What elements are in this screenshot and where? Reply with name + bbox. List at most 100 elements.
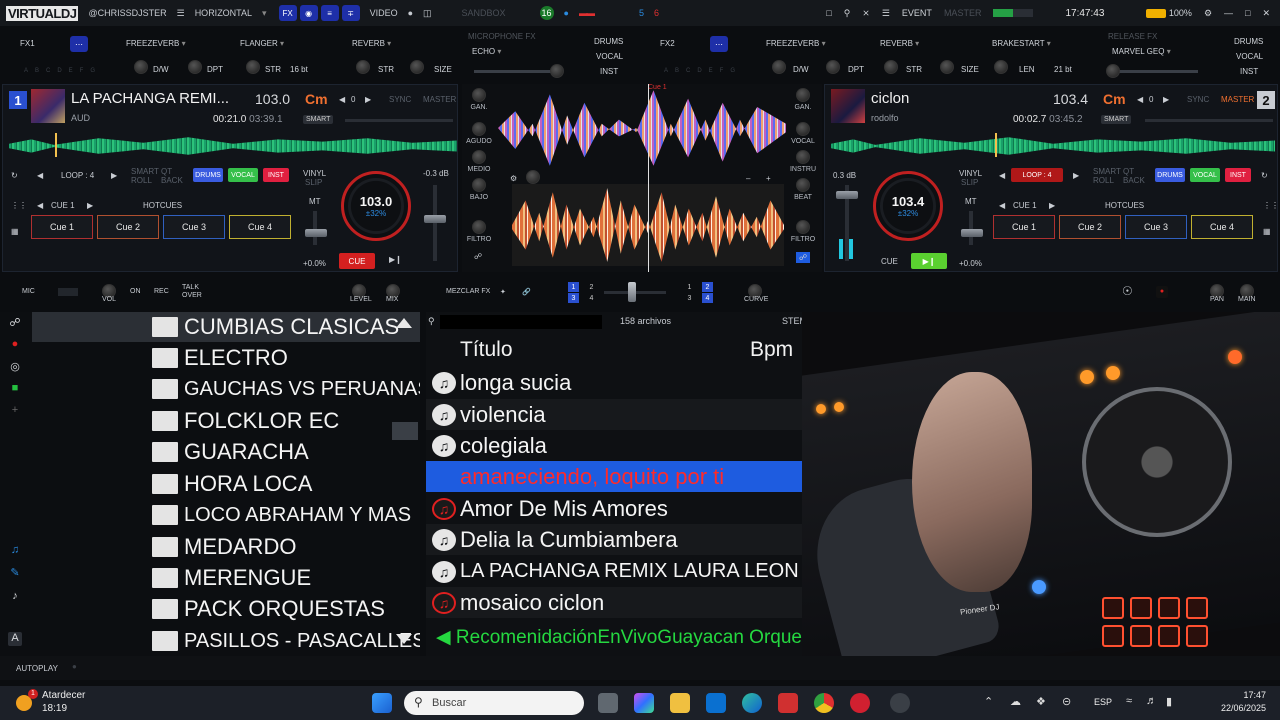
microphone-icon[interactable]: ♪ [8,590,22,604]
rec-button[interactable]: REC [154,288,169,295]
chrome-icon[interactable] [814,693,834,713]
stem-drums-button[interactable]: DRUMS [1155,168,1185,182]
pads-icon[interactable]: ▦ [11,227,19,236]
taskbar-search[interactable]: ⚲ Buscar [404,691,584,715]
track-row[interactable]: ♫ mosaico ciclon [426,587,802,618]
cue-select[interactable]: CUE 1 [1013,201,1037,210]
sliders-icon[interactable]: ∓ [341,5,360,21]
track-row-selected[interactable]: amaneciendo, loquito por ti [426,461,802,492]
cloud-icon[interactable]: ☁ [1010,695,1021,708]
column-title[interactable]: Título [460,338,513,362]
release-fx-slider-knob[interactable] [1106,64,1120,78]
mt-button[interactable]: MT [965,197,977,206]
app-icon[interactable] [778,693,798,713]
hotcue-3-button[interactable]: Cue 3 [1125,215,1187,239]
stem-vocal-left[interactable]: VOCAL [596,52,623,61]
qt-back[interactable]: QT BACK [161,167,183,185]
eq-left-high-knob[interactable] [472,122,486,136]
jog-wheel[interactable]: 103.0 ±32% [341,171,411,241]
fx2-slot3[interactable]: BRAKESTART [992,39,1051,48]
release-fx-slider[interactable] [1112,70,1198,73]
smart-roll[interactable]: SMART ROLL [131,167,159,185]
pitch-step-right[interactable]: ▶ [1163,95,1169,104]
mix-fx-icon[interactable]: ✦ [500,288,506,296]
stem-inst-button[interactable]: INST [1225,168,1251,182]
fx2-unit[interactable]: FX2 [660,39,675,48]
headphone-right-icon[interactable]: ☍ [796,252,811,263]
stem-inst-right[interactable]: INST [1240,67,1258,76]
column-bpm[interactable]: Bpm [750,338,793,362]
fx1-unit[interactable]: FX1 [20,39,35,48]
stem-vocal-right[interactable]: VOCAL [1236,52,1263,61]
pitch-step-left[interactable]: ◀ [1137,95,1143,104]
cue-select-left[interactable]: ◀ [999,201,1005,210]
folder-item[interactable]: GUARACHA [152,437,309,467]
smart-button[interactable]: SMART [1101,115,1132,124]
talkover-button[interactable]: TALK OVER [182,284,206,300]
text-icon[interactable]: A [8,632,22,646]
deck-select-r4[interactable]: 4 [702,293,713,303]
maximize-icon[interactable]: □ [1245,8,1250,18]
qt-back[interactable]: QT BACK [1123,167,1145,185]
scroll-down-icon[interactable] [396,634,412,644]
hotcue-4-button[interactable]: Cue 4 [1191,215,1253,239]
stem-inst-left[interactable]: INST [600,67,618,76]
video-button[interactable]: VIDEO [370,8,398,18]
fx1-knob-size[interactable] [410,60,424,74]
folder-item[interactable]: MERENGUE [152,563,311,593]
grid-icon[interactable]: ⋮⋮ [1263,201,1279,210]
folder-item[interactable]: CUMBIAS CLASICAS [152,312,399,342]
eq-left-gain-knob[interactable] [472,88,486,102]
sandbox-button[interactable]: SANDBOX [462,8,506,18]
outlook-icon[interactable] [706,693,726,713]
add-icon[interactable]: + [8,404,22,418]
stem-inst-button[interactable]: INST [263,168,289,182]
fx1-beats[interactable]: 16 bt [290,65,308,74]
fx2-slot1[interactable]: FREEZEVERB [766,39,826,48]
loop-size[interactable]: LOOP : 4 [61,171,94,180]
deck-number[interactable]: 2 [1257,91,1275,109]
track-row[interactable]: ♫ colegiala [426,430,802,461]
event-button[interactable]: EVENT [902,8,932,18]
copilot-icon[interactable] [634,693,654,713]
folder-item[interactable]: PACK ORQUESTAS [152,594,385,624]
key-display[interactable]: Cm [1103,91,1126,107]
fx1-dots-icon[interactable]: ⋯ [70,36,88,52]
fx-button[interactable]: FX [278,5,297,21]
folder-item[interactable]: HORA LOCA [152,469,312,499]
fx1-knob-dw[interactable] [134,60,148,74]
key-display[interactable]: Cm [305,91,328,107]
mini-waveform[interactable] [831,137,1275,155]
close-icon[interactable]: ✕ [1262,8,1270,19]
vinyl-button[interactable]: VINYL [303,169,326,178]
fx2-knob-len[interactable] [994,60,1008,74]
autoplay-label[interactable]: AUTOPLAY [16,664,58,673]
minimize-icon[interactable]: — [1224,8,1233,18]
stem-vocal-button[interactable]: VOCAL [228,168,258,182]
eq-right-gain-knob[interactable] [796,88,810,102]
volume-fader[interactable] [836,191,858,199]
edge-icon[interactable] [742,693,762,713]
recommendation-row[interactable]: ◀ RecomenidaciónEnVivoGuayacan Orquesta [436,626,802,649]
loop-half-button[interactable]: ◀ [999,171,1005,180]
loop-double-button[interactable]: ▶ [111,171,117,180]
layout-select[interactable]: HORIZONTAL [195,8,252,18]
cue-select-right[interactable]: ▶ [87,201,93,210]
record-icon[interactable]: ● [1156,286,1168,298]
mic-fx-slider[interactable] [474,70,560,73]
edit-icon[interactable]: ✎ [8,566,22,580]
folder-item[interactable]: MEDARDO [152,532,296,562]
fx1-knob-str[interactable] [246,60,260,74]
pitch-fader[interactable] [305,229,327,237]
obs-icon[interactable] [890,693,910,713]
deck-select-l3[interactable]: 3 [568,293,579,303]
play-pause-button[interactable]: ▶❙ [911,253,947,269]
deck-select-l1[interactable]: 1 [568,282,579,292]
zoom-in-button[interactable]: + [766,174,771,183]
chevron-up-icon[interactable]: ⌃ [984,695,993,708]
mic-fx-select[interactable]: ECHO [472,47,501,56]
deck-number[interactable]: 1 [9,91,27,109]
pitch-fader-track[interactable] [969,211,973,245]
stem-drums-button[interactable]: DRUMS [193,168,223,182]
pitch-step-right[interactable]: ▶ [365,95,371,104]
